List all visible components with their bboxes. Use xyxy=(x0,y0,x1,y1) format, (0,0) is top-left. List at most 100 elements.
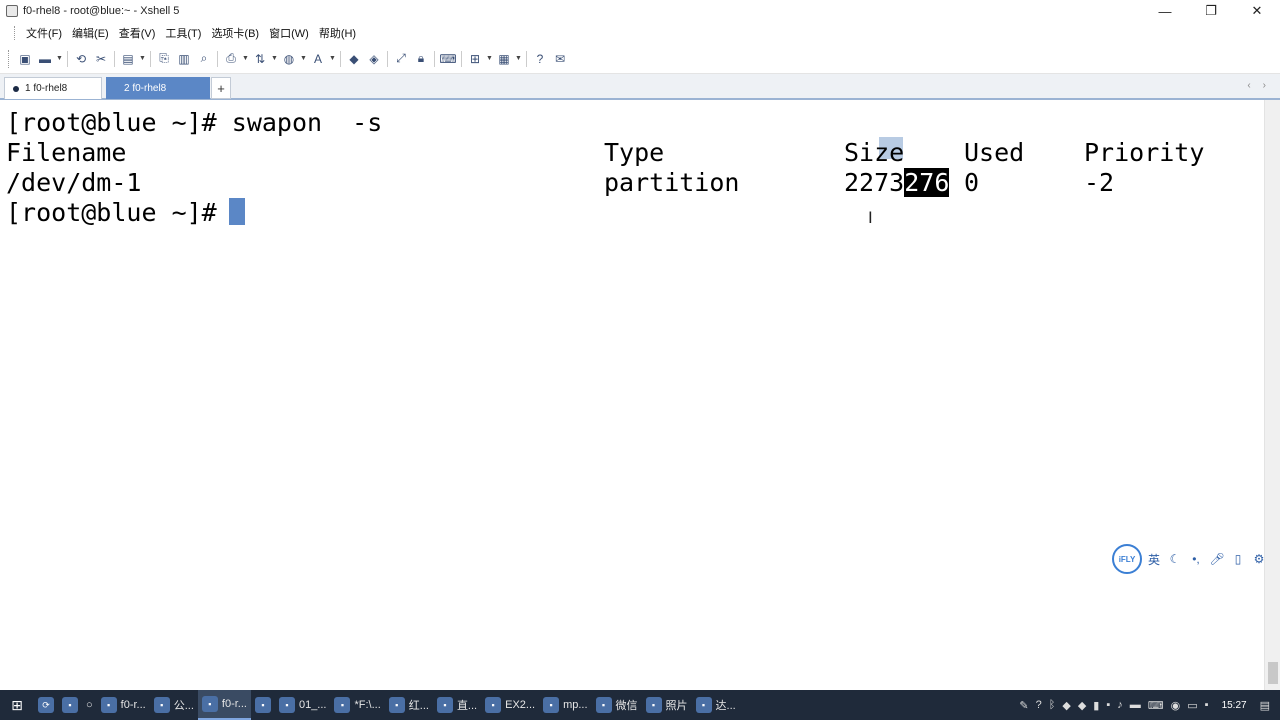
tab-session-2[interactable]: 2 f0-rhel8 xyxy=(106,77,210,99)
taskbar-app[interactable]: ▪ xyxy=(58,690,82,720)
new-session-icon[interactable]: ▣ xyxy=(15,49,35,69)
add-tab-button[interactable]: + xyxy=(211,77,231,99)
tab-session-1[interactable]: 1 f0-rhel8 xyxy=(4,77,102,99)
input-method-icon[interactable]: ▪ xyxy=(1106,699,1110,711)
keyboard-icon[interactable]: ⌨ xyxy=(1148,699,1164,712)
help-icon[interactable]: ? xyxy=(530,49,550,69)
taskbar-item-label: EX2... xyxy=(505,699,536,711)
taskbar-item[interactable]: ▪ 01_... xyxy=(275,690,331,720)
taskbar-task-view[interactable]: ⟳ xyxy=(34,690,58,720)
menu-help[interactable]: 帮助(H) xyxy=(314,25,361,41)
transfer-icon[interactable]: ⇅ xyxy=(250,49,270,69)
taskbar-item[interactable]: ▪ 公... xyxy=(150,690,198,720)
open-dropdown-icon[interactable]: ▼ xyxy=(55,49,64,69)
layout-icon[interactable]: ▦ xyxy=(494,49,514,69)
layout-dropdown-icon[interactable]: ▼ xyxy=(514,49,523,69)
xmanager-icon[interactable]: ◈ xyxy=(364,49,384,69)
print-dropdown-icon[interactable]: ▼ xyxy=(241,49,250,69)
bluetooth-icon[interactable]: ᛒ xyxy=(1049,699,1056,711)
ifly-logo[interactable]: iFLY xyxy=(1112,544,1142,574)
vertical-scrollbar[interactable] xyxy=(1264,100,1280,690)
app-icon: ▪ xyxy=(388,697,405,713)
volume-icon[interactable]: ♪ xyxy=(1117,699,1123,711)
properties-dropdown-icon[interactable]: ▼ xyxy=(138,49,147,69)
app-icon: ▪ xyxy=(62,697,78,713)
ime-toolbar: iFLY 英 ☾ •, 🎤︎ ▯ ⚙ xyxy=(1112,544,1278,574)
minimize-button[interactable]: — xyxy=(1142,0,1188,22)
taskbar-item[interactable]: ▪ 达... xyxy=(692,690,740,720)
help-icon[interactable]: ? xyxy=(1036,699,1042,711)
paste-icon[interactable]: ▥ xyxy=(174,49,194,69)
punctuation-icon[interactable]: •, xyxy=(1187,550,1205,568)
terminal-area[interactable]: [root@blue ~]# swapon -s Filename Type S… xyxy=(0,100,1264,690)
font-icon[interactable]: A xyxy=(308,49,328,69)
print-icon[interactable]: ⎙ xyxy=(221,49,241,69)
menu-tabs[interactable]: 选项卡(B) xyxy=(206,25,264,41)
microphone-icon[interactable]: ▮ xyxy=(1093,699,1099,712)
font-dropdown-icon[interactable]: ▼ xyxy=(328,49,337,69)
tab-next-icon[interactable]: › xyxy=(1263,80,1266,91)
taskbar-item[interactable]: ▪ *F:\... xyxy=(330,690,384,720)
start-button[interactable]: ⊞ xyxy=(0,690,34,720)
taskbar-item-label: 直... xyxy=(456,700,478,712)
find-icon[interactable]: ⌕ xyxy=(194,49,214,69)
taskbar-item[interactable]: ▪ 红... xyxy=(385,690,433,720)
menu-view[interactable]: 查看(V) xyxy=(114,25,161,41)
swap-size: 2273276 xyxy=(844,168,950,198)
swap-type: partition xyxy=(604,168,740,197)
close-button[interactable]: ✕ xyxy=(1234,0,1280,22)
notification-icon[interactable]: ▤ xyxy=(1260,699,1270,712)
tab-prev-icon[interactable]: ‹ xyxy=(1247,80,1250,91)
taskbar-item[interactable]: ▪ f0-r... xyxy=(97,690,150,720)
taskbar-item[interactable]: ▪ 直... xyxy=(433,690,481,720)
taskbar-item[interactable]: ▪ f0-r... xyxy=(197,690,251,720)
refresh-icon: ⟳ xyxy=(38,697,54,713)
ime-icon[interactable]: ▪ xyxy=(1205,699,1209,711)
settings-icon[interactable]: ⚙ xyxy=(1250,550,1268,568)
restore-button[interactable]: ❐ xyxy=(1188,0,1234,22)
swap-priority: -2 xyxy=(1084,168,1115,197)
disconnect-icon[interactable]: ✂ xyxy=(91,49,111,69)
menu-file[interactable]: 文件(F) xyxy=(21,25,67,41)
column-header-used: Used xyxy=(964,138,1025,167)
xftp-icon[interactable]: ◆ xyxy=(344,49,364,69)
shield-icon[interactable]: ◆ xyxy=(1078,699,1086,712)
taskbar-item[interactable]: ▪ EX2... xyxy=(481,690,539,720)
moon-icon[interactable]: ☾ xyxy=(1166,550,1184,568)
shield-icon[interactable]: ◆ xyxy=(1062,699,1070,712)
microphone-icon[interactable]: 🎤︎ xyxy=(1208,550,1226,568)
taskbar-item[interactable]: ▪ mp... xyxy=(539,690,591,720)
window-title: f0-rhel8 - root@blue:~ - Xshell 5 xyxy=(23,5,180,17)
taskbar-cortana[interactable]: ○ xyxy=(82,690,97,720)
compose-dropdown-icon[interactable]: ▼ xyxy=(485,49,494,69)
globe-icon[interactable]: ◍ xyxy=(279,49,299,69)
keyboard-icon[interactable]: ▯ xyxy=(1229,550,1247,568)
fullscreen-icon[interactable]: ⤢ xyxy=(391,49,411,69)
chat-icon[interactable]: ◉ xyxy=(1171,699,1181,712)
menu-window[interactable]: 窗口(W) xyxy=(264,25,314,41)
menu-edit[interactable]: 编辑(E) xyxy=(67,25,114,41)
clock[interactable]: 15:27 xyxy=(1222,700,1247,711)
menu-tools[interactable]: 工具(T) xyxy=(160,25,206,41)
keyboard-icon[interactable]: ⌨ xyxy=(438,49,458,69)
toolbar-separator xyxy=(111,49,118,69)
properties-icon[interactable]: ▤ xyxy=(118,49,138,69)
lock-icon[interactable]: 🔒︎ xyxy=(411,49,431,69)
scrollbar-thumb[interactable] xyxy=(1268,662,1278,684)
pen-icon[interactable]: ✎ xyxy=(1019,699,1028,712)
column-header-type: Type xyxy=(604,138,665,167)
copy-icon[interactable]: ⎘ xyxy=(154,49,174,69)
globe-dropdown-icon[interactable]: ▼ xyxy=(299,49,308,69)
chat-icon[interactable]: ✉ xyxy=(550,49,570,69)
ime-language-toggle[interactable]: 英 xyxy=(1145,550,1163,568)
open-folder-icon[interactable]: ▬ xyxy=(35,49,55,69)
reconnect-icon[interactable]: ⟲ xyxy=(71,49,91,69)
network-icon[interactable]: ▬ xyxy=(1130,699,1141,711)
swap-filename: /dev/dm-1 xyxy=(6,168,142,197)
taskbar-item[interactable]: ▪ xyxy=(251,690,275,720)
network-icon[interactable]: ▭ xyxy=(1187,699,1197,712)
transfer-dropdown-icon[interactable]: ▼ xyxy=(270,49,279,69)
taskbar-item[interactable]: ▪ 照片 xyxy=(642,690,692,720)
compose-icon[interactable]: ⊞ xyxy=(465,49,485,69)
taskbar-item[interactable]: ▪ 微信 xyxy=(592,690,642,720)
